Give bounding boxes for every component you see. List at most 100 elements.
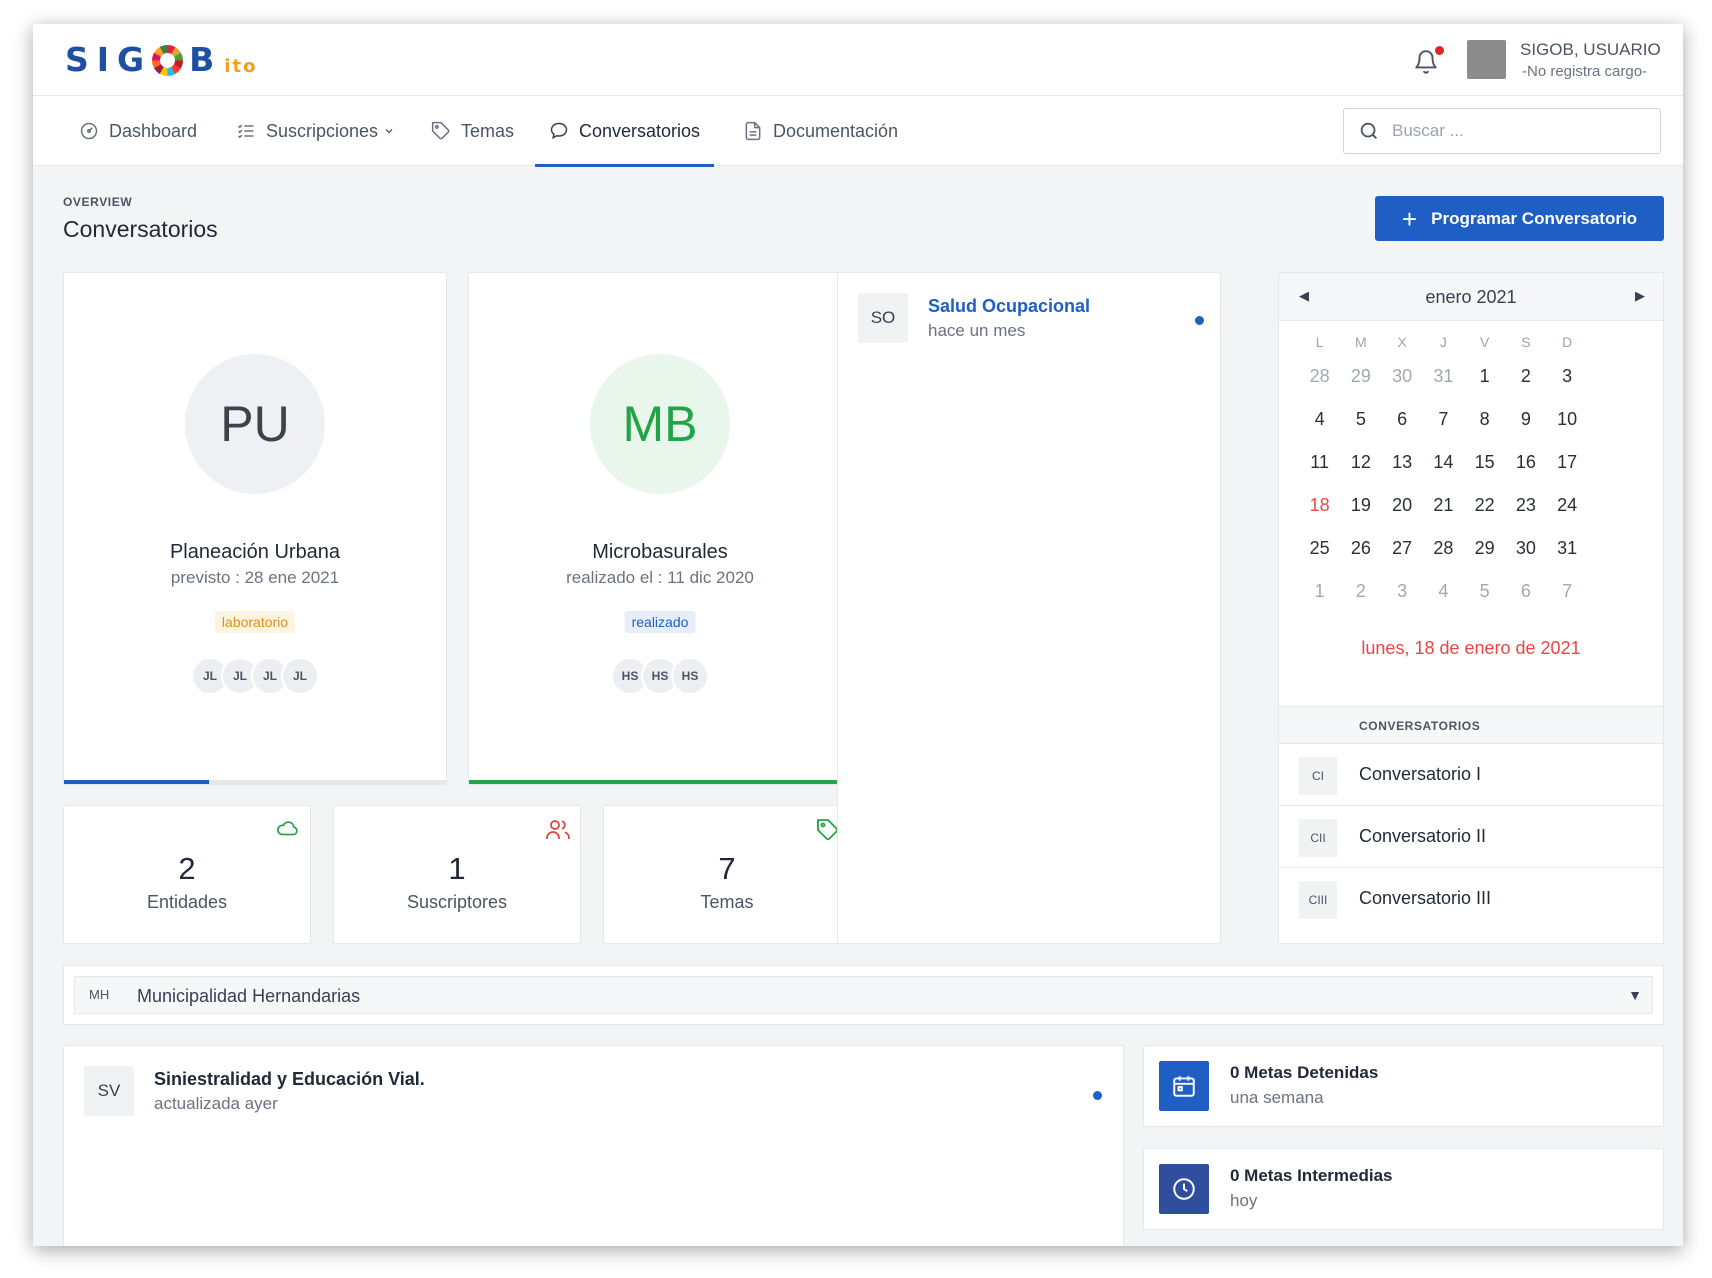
stat-card-suscriptores[interactable]: 1 Suscriptores <box>333 805 581 944</box>
tab-conversatorios[interactable]: Conversatorios <box>535 96 715 167</box>
calendar-day[interactable]: 10 <box>1547 409 1588 430</box>
weekday-row: L M X J V S D <box>1299 329 1629 355</box>
avatar[interactable]: JL <box>281 657 319 695</box>
chevron-down-icon <box>385 129 393 134</box>
tab-dashboard[interactable]: Dashboard <box>79 96 197 166</box>
calendar-day[interactable]: 28 <box>1423 538 1464 559</box>
project-card[interactable]: MB Microbasurales realizado el : 11 dic … <box>468 272 852 785</box>
calendar-day[interactable]: 14 <box>1423 452 1464 473</box>
status-badge: realizado <box>624 611 696 633</box>
progress-bar <box>469 780 851 784</box>
calendar-day[interactable]: 27 <box>1382 538 1423 559</box>
calendar-day[interactable]: 24 <box>1547 495 1588 516</box>
calendar-day[interactable]: 7 <box>1423 409 1464 430</box>
calendar-day[interactable]: 1 <box>1299 581 1340 602</box>
entity-initials: MH <box>89 987 110 1002</box>
calendar-day[interactable]: 3 <box>1547 366 1588 387</box>
calendar-day[interactable]: 5 <box>1464 581 1505 602</box>
calendar-day[interactable]: 29 <box>1340 366 1381 387</box>
feed-item-subtitle: actualizada ayer <box>154 1094 278 1113</box>
avatar[interactable]: HS <box>671 657 709 695</box>
calendar-day[interactable]: 1 <box>1464 366 1505 387</box>
metric-card-detenidas[interactable]: 0 Metas Detenidas una semana <box>1143 1045 1664 1127</box>
calendar-day[interactable]: 5 <box>1340 409 1381 430</box>
project-card[interactable]: PU Planeación Urbana previsto : 28 ene 2… <box>63 272 447 785</box>
stat-value: 1 <box>448 851 466 886</box>
calendar-day[interactable]: 21 <box>1423 495 1464 516</box>
metric-subtitle: hoy <box>1230 1191 1258 1210</box>
notification-button[interactable] <box>1413 46 1444 76</box>
stat-card-entidades[interactable]: 2 Entidades <box>63 805 311 944</box>
calendar-day[interactable]: 22 <box>1464 495 1505 516</box>
calendar-day[interactable]: 6 <box>1382 409 1423 430</box>
logo[interactable]: SIG B ito <box>65 40 257 79</box>
calendar-day[interactable]: 8 <box>1464 409 1505 430</box>
feed-item-title[interactable]: Siniestralidad y Educación Vial. <box>154 1069 425 1090</box>
calendar-day[interactable]: 4 <box>1299 409 1340 430</box>
tab-documentacion[interactable]: Documentación <box>743 96 898 166</box>
tab-suscripciones[interactable]: Suscripciones <box>236 96 395 166</box>
dashboard-icon <box>80 122 98 140</box>
calendar-day[interactable]: 25 <box>1299 538 1340 559</box>
calendar-day[interactable]: 20 <box>1382 495 1423 516</box>
calendar-day-today[interactable]: 18 <box>1299 495 1340 516</box>
calendar-day[interactable]: 15 <box>1464 452 1505 473</box>
tab-label: Dashboard <box>109 120 198 141</box>
active-tab-indicator <box>535 164 715 167</box>
next-month-button[interactable]: ▶ <box>1635 288 1645 304</box>
calendar-day[interactable]: 19 <box>1340 495 1381 516</box>
calendar-day[interactable]: 26 <box>1340 538 1381 559</box>
search-input[interactable] <box>1392 121 1632 141</box>
logo-ring-icon <box>152 45 184 76</box>
list-item-conversatorio[interactable]: CIII Conversatorio III <box>1279 868 1663 930</box>
calendar-day[interactable]: 3 <box>1382 581 1423 602</box>
list-item-conversatorio[interactable]: CII Conversatorio II <box>1279 806 1663 868</box>
metric-card-intermedias[interactable]: 0 Metas Intermedias hoy <box>1143 1148 1664 1230</box>
calendar-day[interactable]: 13 <box>1382 452 1423 473</box>
tab-label: Temas <box>461 120 515 141</box>
week-row: 4 5 6 7 8 9 10 <box>1299 398 1629 441</box>
list-item-conversatorio[interactable]: CI Conversatorio I <box>1279 744 1663 806</box>
project-date: previsto : 28 ene 2021 <box>170 568 340 587</box>
search-box[interactable] <box>1343 108 1661 154</box>
calendar-day[interactable]: 2 <box>1340 581 1381 602</box>
project-name: Planeación Urbana <box>169 541 341 563</box>
metric-icon-box <box>1159 1061 1209 1111</box>
weekday-label: X <box>1397 334 1407 350</box>
search-icon <box>1360 122 1377 139</box>
calendar-day[interactable]: 9 <box>1505 409 1546 430</box>
calendar-day[interactable]: 11 <box>1299 452 1340 473</box>
conversatorios-section-header: CONVERSATORIOS <box>1279 706 1663 744</box>
feed-item-initials: SO <box>858 293 908 343</box>
calendar-day[interactable]: 17 <box>1547 452 1588 473</box>
calendar-day[interactable]: 16 <box>1505 452 1546 473</box>
logo-main-text-end: B <box>189 40 223 79</box>
unread-dot <box>1195 316 1204 325</box>
calendar-day[interactable]: 30 <box>1382 366 1423 387</box>
calendar-day[interactable]: 6 <box>1505 581 1546 602</box>
feed-item-title[interactable]: Salud Ocupacional <box>928 296 1090 317</box>
stat-card-temas[interactable]: 7 Temas <box>603 805 851 944</box>
calendar-day[interactable]: 30 <box>1505 538 1546 559</box>
week-row: 11 12 13 14 15 16 17 <box>1299 441 1629 484</box>
item-initials: CII <box>1299 819 1337 857</box>
calendar-header: ◀ enero 2021 ▶ <box>1279 273 1663 321</box>
user-name[interactable]: SIGOB, USUARIO <box>1520 40 1661 60</box>
calendar-day[interactable]: 23 <box>1505 495 1546 516</box>
feed-item[interactable]: SV Siniestralidad y Educación Vial. actu… <box>64 1046 1123 1136</box>
user-avatar[interactable] <box>1467 40 1506 79</box>
tab-temas[interactable]: Temas <box>431 96 514 166</box>
users-icon <box>546 820 570 839</box>
entity-select[interactable]: MH Municipalidad Hernandarias ▼ <box>74 976 1653 1014</box>
programar-conversatorio-button[interactable]: + Programar Conversatorio <box>1375 196 1664 241</box>
calendar-day[interactable]: 29 <box>1464 538 1505 559</box>
calendar-day[interactable]: 12 <box>1340 452 1381 473</box>
calendar-day[interactable]: 7 <box>1547 581 1588 602</box>
calendar-day[interactable]: 4 <box>1423 581 1464 602</box>
feed-item[interactable]: SO Salud Ocupacional hace un mes <box>838 273 1220 353</box>
calendar-day[interactable]: 2 <box>1505 366 1546 387</box>
item-label: Conversatorio III <box>1359 888 1492 908</box>
calendar-day[interactable]: 31 <box>1423 366 1464 387</box>
calendar-day[interactable]: 28 <box>1299 366 1340 387</box>
calendar-day[interactable]: 31 <box>1547 538 1588 559</box>
